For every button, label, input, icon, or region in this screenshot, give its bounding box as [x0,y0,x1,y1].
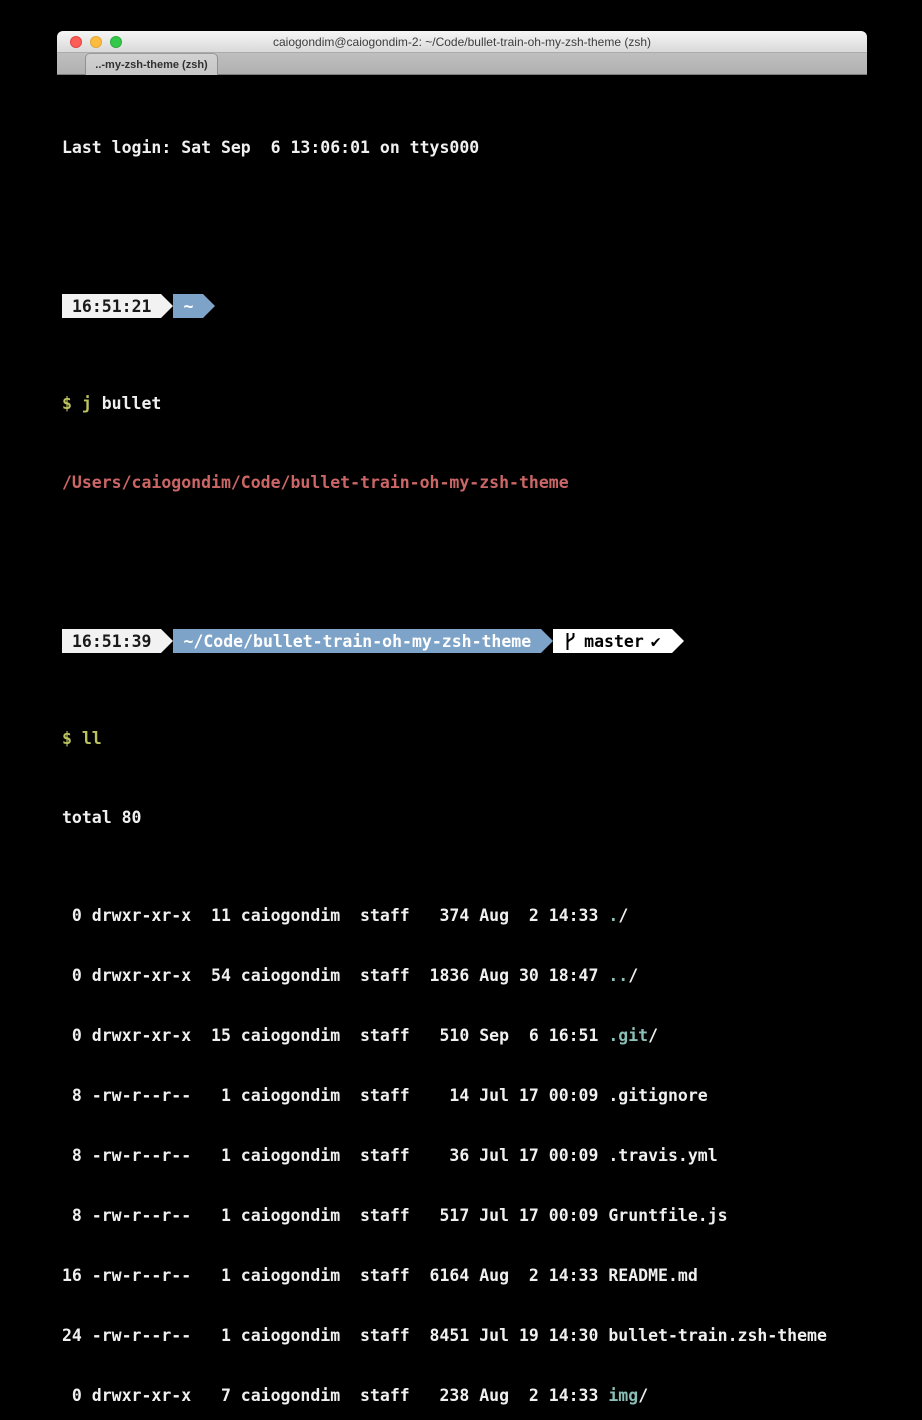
prompt-symbol: $ [62,729,72,748]
blank-line [62,532,867,554]
dir-suffix: / [648,1026,658,1045]
prompt-symbol: $ [62,394,72,413]
file-name: .gitignore [608,1086,707,1105]
minimize-button[interactable] [90,36,102,48]
listing-row: 8 -rw-r--r-- 1 caiogondim staff 14 Jul 1… [62,1085,867,1107]
file-name: bullet-train.zsh-theme [608,1326,827,1345]
prompt-line-2: 16:51:39 ~/Code/bullet-train-oh-my-zsh-t… [62,630,867,652]
last-login-line: Last login: Sat Sep 6 13:06:01 on ttys00… [62,137,867,159]
file-meta: 24 -rw-r--r-- 1 caiogondim staff 8451 Ju… [62,1326,608,1345]
terminal-tab[interactable]: ..-my-zsh-theme (zsh) [85,53,218,75]
file-name: README.md [608,1266,697,1285]
command-line-2: $ ll [62,728,867,750]
powerline-arrow-icon [203,294,215,318]
command-output-path: /Users/caiogondim/Code/bullet-train-oh-m… [62,472,867,494]
listing-row: 8 -rw-r--r-- 1 caiogondim staff 36 Jul 1… [62,1145,867,1167]
dir-name: img [608,1386,638,1405]
powerline-arrow-icon [672,629,684,653]
file-name: .travis.yml [608,1146,717,1165]
command-line-1: $ j bullet [62,393,867,415]
file-meta: 0 drwxr-xr-x 7 caiogondim staff 238 Aug … [62,1386,608,1405]
listing-row: 8 -rw-r--r-- 1 caiogondim staff 517 Jul … [62,1205,867,1227]
listing-row: 16 -rw-r--r-- 1 caiogondim staff 6164 Au… [62,1265,867,1287]
listing-row: 0 drwxr-xr-x 7 caiogondim staff 238 Aug … [62,1385,867,1407]
file-meta: 8 -rw-r--r-- 1 caiogondim staff 36 Jul 1… [62,1146,608,1165]
command-text: j [72,394,92,413]
dir-suffix: / [618,906,628,925]
prompt-dir-segment: ~ [173,294,203,318]
prompt-line-1: 16:51:21 ~ [62,295,867,317]
powerline-arrow-icon [161,294,173,318]
dir-suffix: / [628,966,638,985]
dir-suffix: / [638,1386,648,1405]
terminal-screen[interactable]: Last login: Sat Sep 6 13:06:01 on ttys00… [62,80,867,1420]
total-line: total 80 [62,807,867,829]
dir-name: .git [608,1026,648,1045]
dir-name: .. [608,966,628,985]
listing-row: 0 drwxr-xr-x 54 caiogondim staff 1836 Au… [62,965,867,987]
git-branch-icon [564,632,577,651]
file-meta: 16 -rw-r--r-- 1 caiogondim staff 6164 Au… [62,1266,608,1285]
prompt-dir: ~/Code/bullet-train-oh-my-zsh-theme [183,632,531,651]
tab-label: ..-my-zsh-theme (zsh) [95,59,207,71]
tab-bar: ..-my-zsh-theme (zsh) [57,53,867,75]
zoom-button[interactable] [110,36,122,48]
window-title: caiogondim@caiogondim-2: ~/Code/bullet-t… [273,35,651,49]
prompt-dir-segment: ~/Code/bullet-train-oh-my-zsh-theme [173,629,541,653]
prompt-time: 16:51:39 [72,632,151,651]
prompt-time: 16:51:21 [72,297,151,316]
terminal-window: caiogondim@caiogondim-2: ~/Code/bullet-t… [57,31,867,75]
blank-line [62,197,867,219]
prompt-git-segment: master ✔ [553,629,672,653]
prompt-dir: ~ [183,297,193,316]
listing-row: 0 drwxr-xr-x 11 caiogondim staff 374 Aug… [62,905,867,927]
close-button[interactable] [70,36,82,48]
git-clean-check-icon: ✔ [651,632,661,651]
file-meta: 0 drwxr-xr-x 15 caiogondim staff 510 Sep… [62,1026,608,1045]
file-meta: 8 -rw-r--r-- 1 caiogondim staff 517 Jul … [62,1206,608,1225]
prompt-time-segment: 16:51:21 [62,294,161,318]
window-titlebar[interactable]: caiogondim@caiogondim-2: ~/Code/bullet-t… [57,31,867,53]
prompt-time-segment: 16:51:39 [62,629,161,653]
git-branch-name: master [584,632,644,651]
listing-row: 0 drwxr-xr-x 15 caiogondim staff 510 Sep… [62,1025,867,1047]
file-name: Gruntfile.js [608,1206,727,1225]
dir-name: . [608,906,618,925]
file-meta: 0 drwxr-xr-x 11 caiogondim staff 374 Aug… [62,906,608,925]
command-text: ll [72,729,102,748]
powerline-arrow-icon [161,629,173,653]
command-args: bullet [92,394,162,413]
listing-row: 24 -rw-r--r-- 1 caiogondim staff 8451 Ju… [62,1325,867,1347]
powerline-arrow-icon [541,629,553,653]
file-meta: 8 -rw-r--r-- 1 caiogondim staff 14 Jul 1… [62,1086,608,1105]
file-meta: 0 drwxr-xr-x 54 caiogondim staff 1836 Au… [62,966,608,985]
traffic-lights [70,36,122,48]
